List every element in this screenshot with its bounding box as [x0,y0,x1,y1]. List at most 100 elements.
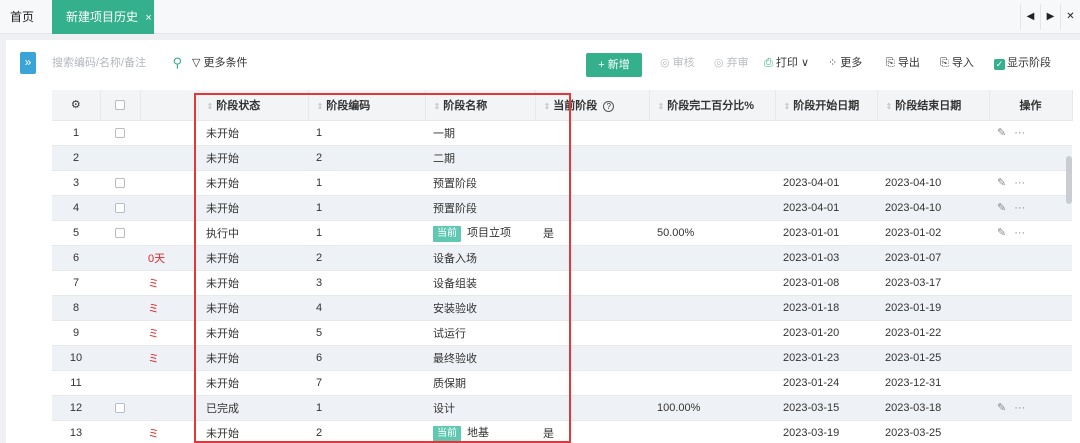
show-stage-checkbox[interactable]: ✓ 显示阶段 [994,52,1051,74]
table-row[interactable]: 8 ミ 未开始 4 安装验收 2023-01-18 2023-01-19 [52,295,1072,321]
row-checkbox[interactable] [115,127,125,138]
cell-name: 设备组装 [425,270,535,296]
cell-status: 未开始 [198,420,308,443]
more-button[interactable]: ⁘ 更多 [828,52,862,74]
row-select[interactable] [100,320,140,346]
table-row[interactable]: 6 0天 未开始 2 设备入场 2023-01-03 2023-01-07 [52,245,1072,271]
abandon-label: 弃审 [726,57,749,69]
row-select[interactable] [100,145,140,171]
header-start[interactable]: ⇕ 阶段开始日期 [775,90,878,121]
header-status[interactable]: ⇕ 阶段状态 [198,90,309,121]
table-row[interactable]: 4 未开始 1 预置阶段 2023-04-01 2023-04-10 ✎ ··· [52,195,1072,221]
vertical-scrollbar[interactable] [1066,156,1072,204]
table-row[interactable]: 12 已完成 1 设计 100.00% 2023-03-15 2023-03-18 ✎ ··· [52,395,1072,421]
cell-name: 预置阶段 [425,170,535,196]
row-flag: ミ [140,295,198,321]
row-select[interactable] [100,395,140,421]
cell-end [877,120,989,146]
table-row[interactable]: 9 ミ 未开始 5 试运行 2023-01-20 2023-01-22 [52,320,1072,346]
row-select[interactable] [100,295,140,321]
sort-icon: ⇕ [433,101,441,111]
cell-end: 2023-03-25 [877,420,989,443]
header-ops: 操作 [989,90,1073,121]
header-percent[interactable]: ⇕ 阶段完工百分比% [649,90,776,121]
row-select[interactable] [100,220,140,246]
header-percent-label: 阶段完工百分比% [667,99,754,112]
header-name[interactable]: ⇕ 阶段名称 [425,90,536,121]
table-row[interactable]: 11 未开始 7 质保期 2023-01-24 2023-12-31 [52,370,1072,396]
row-flag [140,195,198,221]
column-settings[interactable]: ⚙ [52,90,101,121]
edit-icon[interactable]: ✎ [997,127,1006,139]
row-checkbox[interactable] [115,227,125,238]
add-button[interactable]: + 新增 [586,53,642,77]
cell-name: 二期 [425,145,535,171]
edit-icon[interactable]: ✎ [997,177,1006,189]
table-row[interactable]: 2 未开始 2 二期 [52,145,1072,171]
tab-project-history[interactable]: 新建项目历史 × [52,0,154,34]
table-row[interactable]: 1 未开始 1 一期 ✎ ··· [52,120,1072,146]
row-checkbox[interactable] [115,202,125,213]
tab-home[interactable]: 首页 [0,0,44,34]
cell-name: 质保期 [425,370,535,396]
row-select[interactable] [100,370,140,396]
cell-current [535,145,649,171]
ellipsis-icon[interactable]: ··· [1014,402,1025,414]
header-name-label: 阶段名称 [443,99,488,112]
select-all-checkbox[interactable] [115,99,125,110]
ellipsis-icon[interactable]: ··· [1014,177,1025,189]
table-row[interactable]: 5 执行中 1 当前 项目立项是 50.00% 2023-01-01 2023-01-02 ✎ ·… [52,220,1072,246]
row-index: 9 [52,320,100,346]
row-checkbox[interactable] [115,177,125,188]
cell-percent [649,245,775,271]
row-select[interactable] [100,270,140,296]
row-flag [140,120,198,146]
export-icon: ⎘ [886,57,898,69]
search-input[interactable]: 搜索编码/名称/备注 ⚲ [52,52,182,74]
header-current[interactable]: ⇕ 当前阶段? [535,90,650,121]
row-index: 1 [52,120,100,146]
ellipsis-icon[interactable]: ··· [1014,127,1025,139]
scroll-left-icon[interactable]: ◀ [1020,4,1040,30]
ellipsis-icon[interactable]: ··· [1014,227,1025,239]
cell-end [877,145,989,171]
edit-icon[interactable]: ✎ [997,402,1006,414]
table-row[interactable]: 13 ミ未开始 2 当前 地基是 2023-03-19 2023-03-25 [52,420,1072,443]
cell-ops: ✎ ··· [989,395,1072,421]
print-button[interactable]: ⎙ 打印 ∨ [764,52,809,74]
table-row[interactable]: 10 ミ 未开始 6 最终验收 2023-01-23 2023-01-25 [52,345,1072,371]
question-circle-icon[interactable]: ? [603,100,615,112]
cell-status: 未开始 [198,295,308,321]
more-label: 更多 [840,57,863,69]
edit-icon[interactable]: ✎ [997,202,1006,214]
close-icon[interactable]: × [145,12,151,24]
row-select[interactable] [100,345,140,371]
ellipsis-icon[interactable]: ··· [1014,202,1025,214]
row-select[interactable] [100,170,140,196]
row-select[interactable] [100,195,140,221]
row-select[interactable] [100,420,140,443]
more-conditions-button[interactable]: ▽ 更多条件 [192,52,248,74]
select-all[interactable] [100,90,141,121]
review-button[interactable]: ◎ 审核 [660,52,695,74]
row-select[interactable] [100,120,140,146]
scroll-right-icon[interactable]: ▶ [1040,4,1060,30]
current-tag: 当前 [433,225,461,242]
table-row[interactable]: 3 未开始 1 预置阶段 2023-04-01 2023-04-10 ✎ ··· [52,170,1072,196]
row-checkbox[interactable] [115,402,125,413]
header-code[interactable]: ⇕ 阶段编码 [308,90,426,121]
row-index: 5 [52,220,100,246]
abandon-review-button[interactable]: ◎ 弃审 [714,52,749,74]
import-button[interactable]: ⎘ 导入 [940,52,974,74]
close-all-icon[interactable]: ✕ [1060,4,1080,30]
table-row[interactable]: 7 ミ 未开始 3 设备组装 2023-01-08 2023-03-17 [52,270,1072,296]
export-button[interactable]: ⎘ 导出 [886,52,920,74]
row-select[interactable] [100,245,140,271]
row-index: 11 [52,370,100,396]
header-end[interactable]: ⇕ 阶段结束日期 [877,90,990,121]
cell-name-text: 试运行 [433,327,466,340]
cell-start: 2023-03-15 [775,395,877,421]
cell-current [535,370,649,396]
edit-icon[interactable]: ✎ [997,227,1006,239]
search-icon[interactable]: ⚲ [172,52,182,74]
